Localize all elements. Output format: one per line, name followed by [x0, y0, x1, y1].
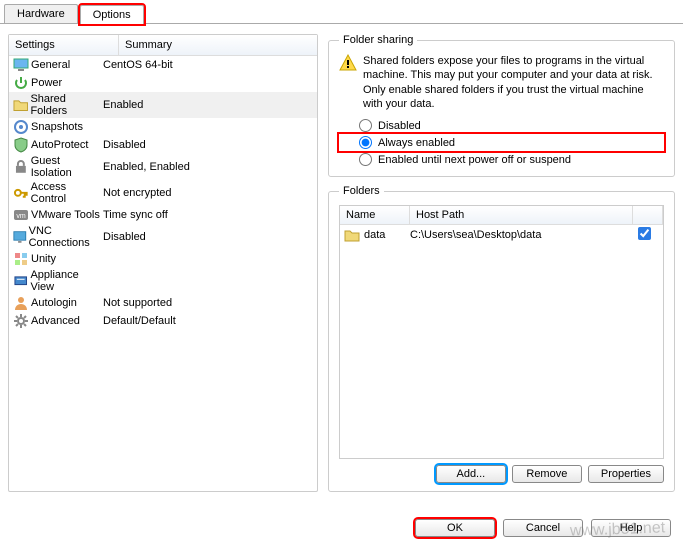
- settings-row-power[interactable]: Power: [9, 74, 317, 92]
- properties-button[interactable]: Properties: [588, 465, 664, 483]
- col-summary: Summary: [119, 35, 317, 55]
- setting-name: AutoProtect: [31, 139, 88, 151]
- settings-row-guest-isolation[interactable]: Guest IsolationEnabled, Enabled: [9, 154, 317, 180]
- folders-legend: Folders: [339, 185, 384, 197]
- vm-icon: vm: [13, 207, 29, 223]
- setting-name: VMware Tools: [31, 209, 100, 221]
- folder-enabled-checkbox[interactable]: [638, 227, 651, 240]
- add-button[interactable]: Add...: [436, 465, 506, 483]
- warning-text: Shared folders expose your files to prog…: [363, 54, 664, 111]
- tab-hardware[interactable]: Hardware: [4, 4, 78, 23]
- setting-summary: Disabled: [103, 139, 313, 151]
- settings-row-advanced[interactable]: Advanced Default/Default: [9, 312, 317, 330]
- settings-row-access-control[interactable]: Access ControlNot encrypted: [9, 180, 317, 206]
- setting-name: Access Control: [31, 181, 103, 205]
- settings-row-shared-folders[interactable]: Shared FoldersEnabled: [9, 92, 317, 118]
- folder-name: data: [364, 229, 385, 241]
- setting-summary: Enabled: [103, 99, 313, 111]
- power-icon: [13, 75, 29, 91]
- setting-summary: CentOS 64-bit: [103, 59, 313, 71]
- folder-icon: [13, 97, 28, 113]
- radio-always[interactable]: [359, 136, 372, 149]
- setting-summary: Not supported: [103, 297, 313, 309]
- folder-icon: [344, 227, 360, 243]
- radio-disabled-row[interactable]: Disabled: [339, 117, 664, 134]
- setting-name: Snapshots: [31, 121, 83, 133]
- radio-always-row[interactable]: Always enabled: [339, 134, 664, 151]
- shield-icon: [13, 137, 29, 153]
- radio-until-label: Enabled until next power off or suspend: [378, 154, 571, 166]
- ok-button[interactable]: OK: [415, 519, 495, 537]
- settings-row-snapshots[interactable]: Snapshots: [9, 118, 317, 136]
- settings-row-vmware-tools[interactable]: vm VMware ToolsTime sync off: [9, 206, 317, 224]
- gear-icon: [13, 313, 29, 329]
- col-hostpath: Host Path: [410, 206, 633, 224]
- appliance-icon: [13, 273, 28, 289]
- settings-row-unity[interactable]: Unity: [9, 250, 317, 268]
- settings-header: Settings Summary: [9, 35, 317, 56]
- setting-summary: Not encrypted: [103, 187, 313, 199]
- radio-disabled[interactable]: [359, 119, 372, 132]
- folders-group: Folders Name Host Path data C:\Users\sea\…: [328, 185, 675, 492]
- settings-row-appliance-view[interactable]: Appliance View: [9, 268, 317, 294]
- setting-summary: Time sync off: [103, 209, 313, 221]
- folder-sharing-legend: Folder sharing: [339, 34, 417, 46]
- vnc-icon: [13, 229, 27, 245]
- setting-name: Appliance View: [30, 269, 103, 293]
- setting-summary: Disabled: [103, 231, 313, 243]
- setting-summary: Enabled, Enabled: [103, 161, 313, 173]
- setting-name: General: [31, 59, 70, 71]
- cancel-button[interactable]: Cancel: [503, 519, 583, 537]
- snapshot-icon: [13, 119, 29, 135]
- warning-icon: [339, 54, 357, 72]
- folder-row[interactable]: data C:\Users\sea\Desktop\data: [340, 225, 663, 245]
- settings-row-autologin[interactable]: Autologin Not supported: [9, 294, 317, 312]
- setting-name: Unity: [31, 253, 56, 265]
- setting-name: Advanced: [31, 315, 80, 327]
- user-icon: [13, 295, 29, 311]
- setting-name: Shared Folders: [30, 93, 103, 117]
- folder-hostpath: C:\Users\sea\Desktop\data: [410, 229, 629, 241]
- folders-table: Name Host Path data C:\Users\sea\Desktop\…: [339, 205, 664, 459]
- radio-until[interactable]: [359, 153, 372, 166]
- setting-name: Guest Isolation: [31, 155, 103, 179]
- monitor-icon: [13, 57, 29, 73]
- svg-text:vm: vm: [16, 213, 26, 220]
- key-icon: [13, 185, 29, 201]
- setting-name: VNC Connections: [29, 225, 103, 249]
- tab-options[interactable]: Options: [80, 5, 144, 24]
- settings-row-autoprotect[interactable]: AutoProtect Disabled: [9, 136, 317, 154]
- col-name: Name: [340, 206, 410, 224]
- settings-panel: Settings Summary General CentOS 64-bit Pow…: [8, 34, 318, 492]
- col-enabled: [633, 206, 663, 224]
- remove-button[interactable]: Remove: [512, 465, 582, 483]
- setting-summary: Default/Default: [103, 315, 313, 327]
- folder-sharing-group: Folder sharing Shared folders expose you…: [328, 34, 675, 177]
- radio-disabled-label: Disabled: [378, 120, 421, 132]
- settings-row-vnc-connections[interactable]: VNC ConnectionsDisabled: [9, 224, 317, 250]
- setting-name: Autologin: [31, 297, 77, 309]
- settings-row-general[interactable]: General CentOS 64-bit: [9, 56, 317, 74]
- help-button[interactable]: Help: [591, 519, 671, 537]
- radio-always-label: Always enabled: [378, 137, 455, 149]
- unity-icon: [13, 251, 29, 267]
- dialog-buttons: OK Cancel Help: [415, 519, 671, 537]
- col-settings: Settings: [9, 35, 119, 55]
- lock-icon: [13, 159, 29, 175]
- setting-name: Power: [31, 77, 62, 89]
- radio-until-row[interactable]: Enabled until next power off or suspend: [339, 151, 664, 168]
- tab-bar: Hardware Options: [0, 0, 683, 24]
